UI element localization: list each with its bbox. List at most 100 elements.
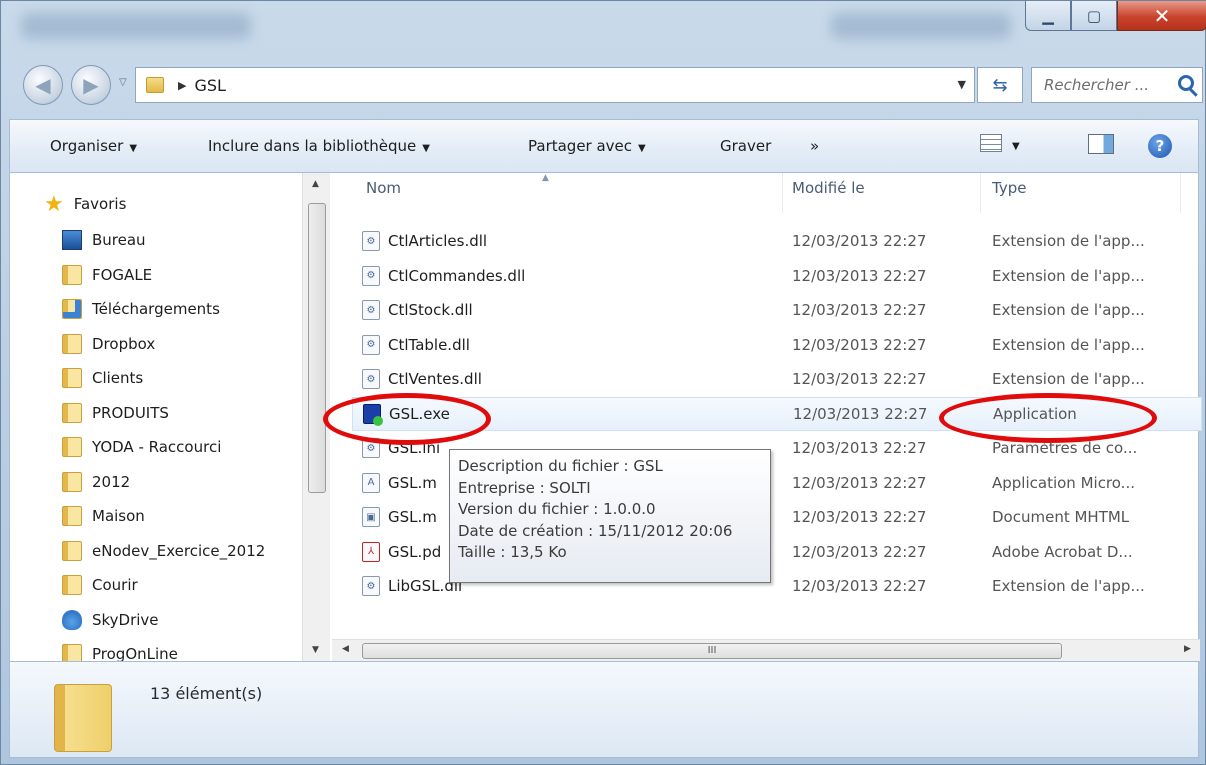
back-button[interactable]: ◀ [23,65,63,105]
tooltip-line: Taille : 13,5 Ko [458,543,567,562]
sidebar-item[interactable]: FOGALE [62,260,152,290]
column-divider[interactable] [782,173,783,213]
sidebar-item[interactable]: YODA - Raccourci [62,432,221,462]
maximize-button[interactable]: ▢ [1071,1,1117,31]
sidebar-item[interactable]: SkyDrive [62,605,159,635]
tooltip-line: Entreprise : SOLTI [458,478,591,497]
address-dropdown-icon[interactable]: ▼ [958,78,966,91]
file-name: CtlVentes.dll [388,370,482,388]
sidebar-item[interactable]: eNodev_Exercice_2012 [62,536,265,566]
address-bar[interactable]: ▶ GSL ▼ [135,67,975,103]
pdf-icon: ⅄ [362,541,380,562]
close-button[interactable]: ✕ [1117,1,1206,31]
file-list-h-scrollbar[interactable]: ◀ III ▶ [332,639,1200,661]
sidebar-item[interactable]: Maison [62,501,145,531]
folder-icon [62,506,82,526]
file-row[interactable]: ⚙ CtlVentes.dll 12/03/2013 22:27 Extension … [352,362,1202,396]
burn-button[interactable]: Graver [720,137,771,155]
organize-label: Organiser [50,137,124,155]
file-type: Extension de l'app... [992,232,1145,250]
file-modified: 12/03/2013 22:27 [792,301,927,319]
scroll-left-icon[interactable]: ◀ [342,644,349,654]
recent-pages-dropdown[interactable]: ▽ [119,77,127,88]
access-icon: A [362,472,380,493]
sidebar-item[interactable]: 2012 [62,467,130,497]
mhtml-icon: ▣ [362,507,380,527]
file-row[interactable]: ⚙ CtlTable.dll 12/03/2013 22:27 Extension d… [352,328,1202,362]
refresh-button[interactable]: ⇆ [977,67,1023,103]
sidebar-item[interactable]: Bureau [62,225,146,255]
sidebar-item[interactable]: Dropbox [62,329,155,359]
forward-button[interactable]: ▶ [71,65,111,105]
sidebar-item[interactable]: Courir [62,570,138,600]
help-icon[interactable]: ? [1148,134,1172,158]
file-type: Extension de l'app... [992,301,1145,319]
folder-icon [62,540,82,561]
sidebar-item-label: Maison [92,507,145,525]
views-dropdown-icon[interactable]: ▼ [1012,141,1020,152]
breadcrumb-gsl[interactable]: GSL [194,76,225,95]
forward-arrow-icon: ▶ [83,73,99,97]
column-header-modified[interactable]: Modifié le [792,179,865,197]
file-row[interactable]: ⚙ CtlStock.dll 12/03/2013 22:27 Extension d… [352,293,1202,327]
file-modified: 12/03/2013 22:27 [792,577,927,595]
views-icon[interactable] [980,134,1002,152]
file-row[interactable]: ⚙ CtlArticles.dll 12/03/2013 22:27 Extensio… [352,224,1202,258]
more-label: » [810,137,820,155]
column-header-name[interactable]: Nom [366,179,401,197]
sidebar-item[interactable]: Téléchargements [62,294,220,324]
blurred-title [21,13,251,39]
red-annotation-ellipse [939,393,1157,443]
file-modified: 12/03/2013 22:27 [792,473,927,492]
folder-icon [146,77,164,93]
sidebar-scroll-thumb[interactable] [308,203,326,493]
column-header-type[interactable]: Type [992,179,1026,197]
command-bar: Organiser ▼ Inclure dans la bibliothèque ▼… [9,119,1199,173]
title-bar: ▁ ▢ ✕ [1,1,1206,53]
sidebar-item-label: 2012 [92,472,131,491]
search-input[interactable]: Rechercher ... [1031,67,1203,103]
dll-icon: ⚙ [362,300,380,320]
dll-icon: ⚙ [362,231,380,251]
scroll-down-icon[interactable]: ▼ [312,645,319,655]
sidebar-item-label: FOGALE [92,265,153,284]
sidebar-item-label: Bureau [92,231,146,249]
file-row[interactable]: ⚙ CtlCommandes.dll 12/03/2013 22:27 Extensi… [352,259,1202,293]
folder-icon [62,368,82,388]
sidebar-favorites[interactable]: ★ Favoris [44,189,126,219]
file-name: GSL.m [388,508,437,526]
organize-button[interactable]: Organiser ▼ [50,137,137,155]
folder-icon [62,575,82,595]
file-modified: 12/03/2013 22:27 [792,232,927,250]
h-scroll-thumb[interactable]: III [362,643,1062,659]
tooltip-line: Description du fichier : GSL [458,457,663,475]
more-commands-button[interactable]: » [810,137,819,155]
sidebar-item[interactable]: PRODUITS [62,398,169,428]
include-library-button[interactable]: Inclure dans la bibliothèque ▼ [208,137,430,155]
share-button[interactable]: Partager avec ▼ [528,137,646,155]
search-icon[interactable] [1178,75,1194,91]
favorites-label: Favoris [73,195,127,213]
breadcrumb-arrow-icon[interactable]: ▶ [178,79,186,92]
column-divider[interactable] [1180,173,1181,213]
sidebar-item-label: SkyDrive [92,610,159,629]
sidebar-item[interactable]: Clients [62,363,143,393]
scroll-right-icon[interactable]: ▶ [1184,644,1191,654]
file-name: CtlTable.dll [388,335,470,354]
minimize-button[interactable]: ▁ [1025,1,1071,31]
file-type: Extension de l'app... [992,266,1145,285]
sort-ascending-icon: ▲ [542,173,549,183]
preview-pane-icon[interactable] [1088,134,1114,154]
scroll-up-icon[interactable]: ▲ [312,179,319,189]
file-modified: 12/03/2013 22:27 [792,370,927,388]
file-name: GSL.pd [388,542,442,561]
file-name: GSL.m [388,473,437,492]
explorer-window: ▁ ▢ ✕ ◀ ▶ ▽ ▶ GSL ▼ ⇆ Rechercher ... Org… [0,0,1206,765]
dll-icon: ⚙ [362,265,380,286]
column-divider[interactable] [980,173,981,213]
folder-icon [62,402,82,423]
red-annotation-ellipse [323,393,491,445]
chevron-down-icon: ▼ [422,143,430,154]
star-icon: ★ [44,191,64,217]
folder-icon [62,333,82,354]
